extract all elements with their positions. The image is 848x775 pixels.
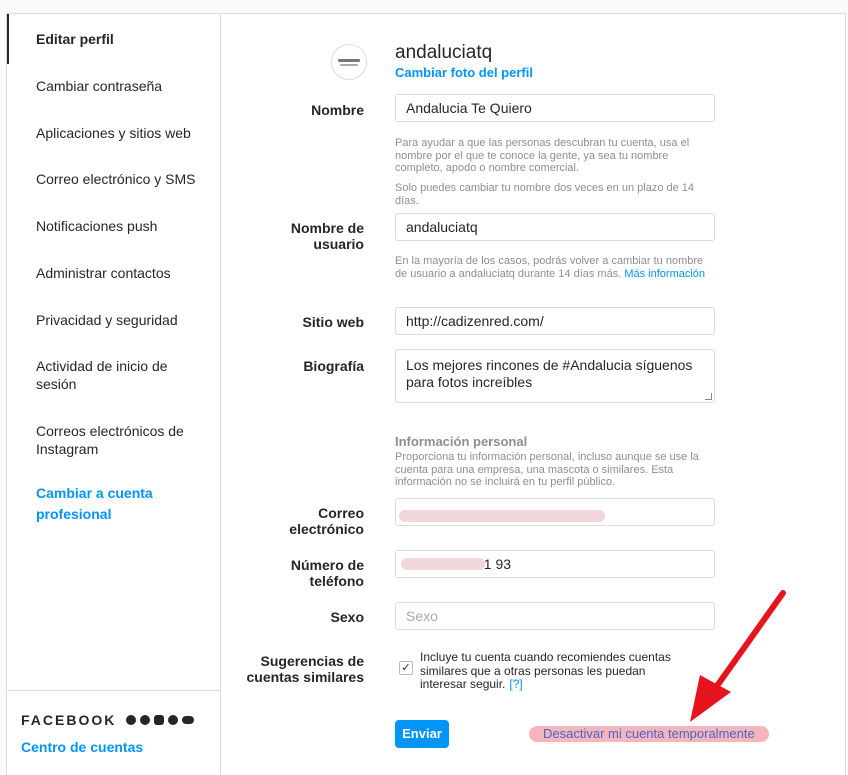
messenger-icon (140, 715, 151, 725)
redaction-mark (401, 558, 485, 570)
bio-text: Los mejores rincones de #Andalucia sígue… (406, 357, 693, 390)
sidebar-item-manage-contacts[interactable]: Administrar contactos (7, 264, 220, 282)
sidebar-item-push-notifications[interactable]: Notificaciones push (7, 217, 220, 235)
email-label: Correo electrónico (289, 505, 364, 537)
facebook-icon (126, 715, 137, 725)
sidebar-item-edit-profile[interactable]: Editar perfil (7, 14, 220, 64)
username-input[interactable]: andaluciatq (395, 213, 715, 241)
personal-info-title: Información personal (395, 434, 528, 449)
accounts-center-link[interactable]: Centro de cuentas (21, 739, 143, 755)
suggestions-label: Sugerencias de cuentas similares (246, 653, 364, 685)
gender-label: Sexo (330, 609, 364, 625)
suggestions-text: Incluye tu cuenta cuando recomiendes cue… (420, 650, 680, 692)
avatar-logo-line (340, 63, 358, 66)
oculus-icon (182, 716, 195, 724)
sidebar-item-apps-websites[interactable]: Aplicaciones y sitios web (7, 124, 220, 142)
sidebar-item-privacy-security[interactable]: Privacidad y seguridad (7, 311, 220, 329)
instagram-icon (154, 715, 165, 725)
gender-select[interactable]: Sexo (395, 602, 715, 630)
username-help-text: En la mayoría de los casos, podrás volve… (395, 255, 717, 280)
sidebar-item-switch-professional[interactable]: Cambiar a cuenta profesional (7, 483, 177, 525)
bio-textarea[interactable]: Los mejores rincones de #Andalucia sígue… (395, 349, 715, 403)
change-photo-link[interactable]: Cambiar foto del perfil (395, 65, 533, 80)
suggestions-description: Incluye tu cuenta cuando recomiendes cue… (420, 650, 671, 691)
settings-panel: Editar perfil Cambiar contraseña Aplicac… (6, 13, 846, 775)
facebook-brand-row: FACEBOOK (21, 712, 195, 728)
whatsapp-icon (168, 715, 179, 725)
submit-button[interactable]: Enviar (395, 720, 449, 748)
name-help-text: Para ayudar a que las personas descubran… (395, 137, 690, 174)
redaction-mark (399, 510, 605, 522)
profile-avatar[interactable] (331, 44, 367, 80)
website-input[interactable]: http://cadizenred.com/ (395, 307, 715, 335)
facebook-wordmark: FACEBOOK (21, 712, 117, 728)
settings-sidebar: Editar perfil Cambiar contraseña Aplicac… (7, 14, 221, 775)
sidebar-item-change-password[interactable]: Cambiar contraseña (7, 77, 220, 95)
resize-handle-icon[interactable] (705, 393, 712, 400)
bio-label: Biografía (303, 358, 364, 374)
phone-label: Número de teléfono (290, 557, 364, 589)
avatar-logo-line (338, 58, 360, 62)
sidebar-item-login-activity[interactable]: Actividad de inicio de sesión (7, 357, 192, 393)
sidebar-item-email-sms[interactable]: Correo electrónico y SMS (7, 170, 220, 188)
profile-username: andaluciatq (395, 42, 493, 63)
deactivate-account-link[interactable]: Desactivar mi cuenta temporalmente (529, 726, 769, 742)
more-info-link[interactable]: Más información (624, 268, 705, 280)
website-label: Sitio web (302, 314, 364, 330)
name-input[interactable]: Andalucia Te Quiero (395, 94, 715, 122)
personal-info-help: Proporciona tu información personal, inc… (395, 451, 699, 488)
sidebar-divider (7, 690, 220, 691)
sidebar-item-instagram-emails[interactable]: Correos electrónicos de Instagram (7, 422, 192, 458)
name-change-limit-text: Solo puedes cambiar tu nombre dos veces … (395, 182, 695, 207)
suggestions-help-link[interactable]: [?] (509, 677, 522, 691)
username-label: Nombre de usuario (290, 220, 364, 252)
name-label: Nombre (311, 102, 364, 118)
suggestions-checkbox[interactable]: ✓ (399, 661, 413, 675)
